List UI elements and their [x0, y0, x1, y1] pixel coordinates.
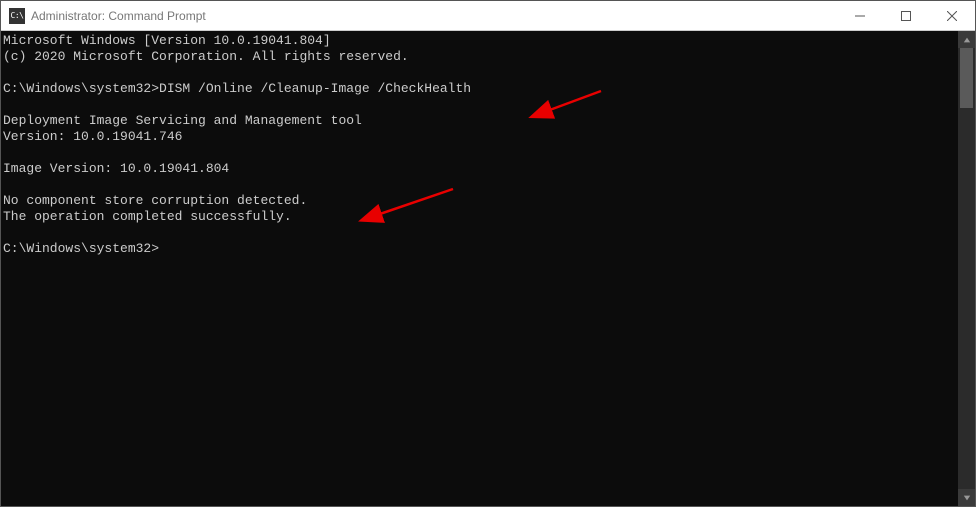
window-title: Administrator: Command Prompt: [31, 9, 206, 23]
command-prompt-window: C:\ Administrator: Command Prompt Micros…: [0, 0, 976, 507]
terminal-prompt: C:\Windows\system32>: [3, 81, 159, 96]
scroll-thumb[interactable]: [960, 48, 973, 108]
terminal-output[interactable]: Microsoft Windows [Version 10.0.19041.80…: [1, 31, 958, 506]
terminal-line: Version: 10.0.19041.746: [3, 129, 182, 144]
cmd-icon: C:\: [9, 8, 25, 24]
terminal-prompt: C:\Windows\system32>: [3, 241, 159, 256]
maximize-button[interactable]: [883, 1, 929, 31]
titlebar[interactable]: C:\ Administrator: Command Prompt: [1, 1, 975, 31]
window-body: Microsoft Windows [Version 10.0.19041.80…: [1, 31, 975, 506]
annotation-arrow-2: [309, 171, 461, 244]
terminal-line: Image Version: 10.0.19041.804: [3, 161, 229, 176]
close-button[interactable]: [929, 1, 975, 31]
terminal-line: Deployment Image Servicing and Managemen…: [3, 113, 362, 128]
vertical-scrollbar[interactable]: [958, 31, 975, 506]
terminal-line: Microsoft Windows [Version 10.0.19041.80…: [3, 33, 331, 48]
terminal-line: The operation completed successfully.: [3, 209, 292, 224]
annotation-arrow-1: [479, 73, 611, 140]
terminal-command: DISM /Online /Cleanup-Image /CheckHealth: [159, 81, 471, 96]
terminal-line: No component store corruption detected.: [3, 193, 307, 208]
minimize-button[interactable]: [837, 1, 883, 31]
scroll-up-button[interactable]: [958, 31, 975, 48]
scroll-down-button[interactable]: [958, 489, 975, 506]
terminal-line: (c) 2020 Microsoft Corporation. All righ…: [3, 49, 409, 64]
